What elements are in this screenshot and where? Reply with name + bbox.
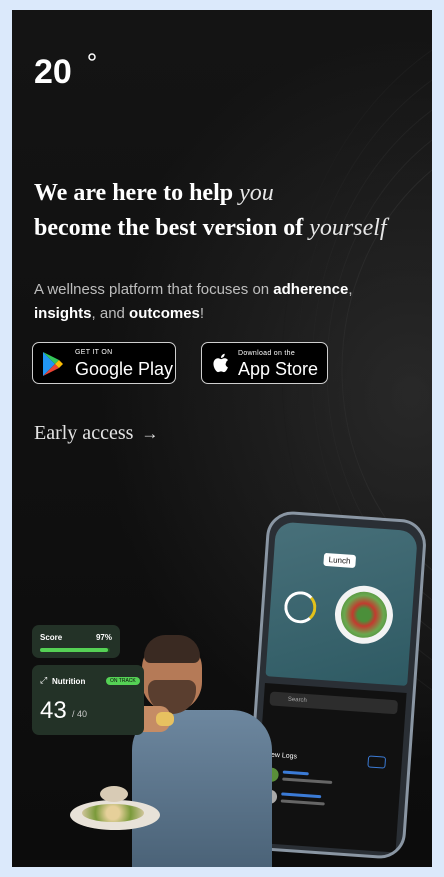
lunch-tag: Lunch <box>323 552 356 569</box>
log-line <box>281 792 322 799</box>
phone-screen-top: Lunch <box>265 521 418 686</box>
log-line <box>282 777 333 784</box>
nutrition-badge: ON TRACK <box>106 677 140 685</box>
score-label: Score <box>40 633 63 642</box>
landing-page: 20 We are here to help you become the be… <box>12 10 432 867</box>
brand-logo[interactable]: 20 <box>34 50 98 90</box>
expand-icon: ⤢ <box>40 675 48 685</box>
arrow-right-icon: → <box>141 424 159 443</box>
hero-line2-bold: become the best version of <box>34 215 310 241</box>
nutrition-card: ⤢ Nutrition ON TRACK 43 / 40 <box>32 665 144 735</box>
person-eating-image <box>132 635 277 867</box>
nutrition-denominator: / 40 <box>72 709 88 719</box>
score-bar-fill <box>40 648 108 652</box>
hero-line1-bold: We are here to help <box>34 180 240 206</box>
progress-ring-icon <box>283 590 318 625</box>
brand-logo-text: 20 <box>34 53 72 90</box>
score-bar <box>40 648 110 652</box>
sauce-cup-image <box>100 786 128 802</box>
log-line <box>282 770 309 776</box>
phone-search: Search <box>269 691 399 715</box>
log-line <box>280 799 325 806</box>
nutrition-label: Nutrition <box>52 677 86 686</box>
hero-subtitle: A wellness platform that focuses on adhe… <box>34 281 353 322</box>
nutrition-value: 43 <box>40 697 67 724</box>
hero-headline: We are here to help you become the best … <box>34 176 429 246</box>
score-card: Score 97% <box>32 625 120 658</box>
score-value: 97% <box>95 633 112 642</box>
apple-icon <box>213 353 228 373</box>
app-store-button[interactable]: Download on the App Store <box>201 342 328 384</box>
google-play-icon <box>43 352 63 376</box>
early-access-link[interactable]: Early access → <box>34 422 158 445</box>
hero-line1-italic: you <box>239 180 274 206</box>
add-log-button <box>367 755 387 769</box>
hero-line2-italic: yourself <box>309 215 387 241</box>
google-play-button[interactable]: GET IT ON Google Play <box>32 342 176 384</box>
